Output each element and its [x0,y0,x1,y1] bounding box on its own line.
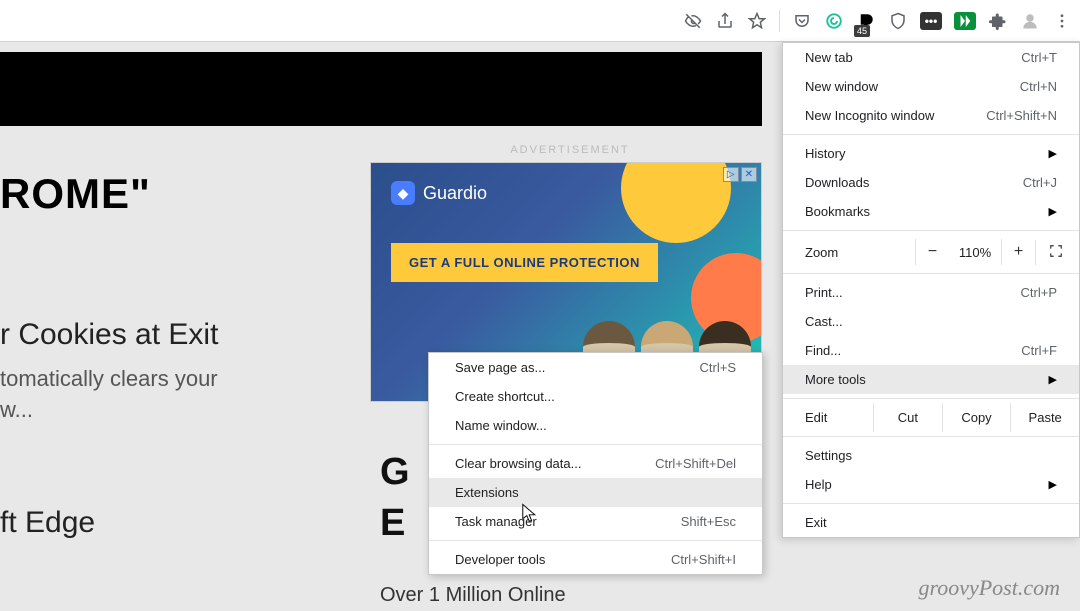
badge-count: 45 [854,25,870,37]
star-icon[interactable] [747,11,767,31]
chevron-right-icon: ▶ [1049,373,1057,386]
menu-bookmarks[interactable]: Bookmarks▶ [783,197,1079,226]
chevron-right-icon: ▶ [1049,205,1057,218]
submenu-name-window[interactable]: Name window... [429,411,762,440]
mid-heading: G E [380,447,410,550]
menu-more-tools[interactable]: More tools▶ [783,365,1079,394]
eye-off-icon[interactable] [683,11,703,31]
menu-edit-row: Edit Cut Copy Paste [783,403,1079,432]
menu-help[interactable]: Help▶ [783,470,1079,499]
submenu-developer-tools[interactable]: Developer toolsCtrl+Shift+I [429,545,762,574]
more-tools-submenu: Save page as...Ctrl+S Create shortcut...… [428,352,763,575]
zoom-label: Zoom [805,245,915,260]
chevron-right-icon: ▶ [1049,147,1057,160]
pocket-icon[interactable] [792,11,812,31]
menu-history[interactable]: History▶ [783,139,1079,168]
black-banner [0,52,762,126]
edit-label: Edit [783,403,873,432]
heading-fragment: ROME" [0,170,280,218]
submenu-create-shortcut[interactable]: Create shortcut... [429,382,762,411]
ublock-icon[interactable] [888,11,908,31]
ad-label: ADVERTISEMENT [370,144,770,156]
fullscreen-button[interactable] [1035,240,1075,265]
menu-separator [783,398,1079,399]
extension-dots-icon[interactable]: ••• [920,12,942,30]
extension-d-icon[interactable]: 45 [856,11,876,31]
ad-cta-button[interactable]: GET A FULL ONLINE PROTECTION [391,243,658,282]
paste-button[interactable]: Paste [1010,403,1079,432]
menu-separator [429,444,762,445]
edge-fragment: ft Edge [0,506,280,540]
menu-separator [783,134,1079,135]
zoom-in-button[interactable]: + [1001,239,1035,265]
share-icon[interactable] [715,11,735,31]
profile-avatar-icon[interactable] [1020,11,1040,31]
extension-play-icon[interactable] [954,12,976,30]
toolbar-separator [779,10,780,32]
submenu-save-page-as[interactable]: Save page as...Ctrl+S [429,353,762,382]
ad-choices[interactable]: ▷✕ [723,167,757,182]
menu-print[interactable]: Print...Ctrl+P [783,278,1079,307]
zoom-value: 110% [949,245,1001,260]
menu-separator [783,273,1079,274]
menu-zoom-row: Zoom − 110% + [783,235,1079,269]
menu-new-tab[interactable]: New tabCtrl+T [783,43,1079,72]
watermark: groovyPost.com [918,575,1060,601]
menu-separator [783,230,1079,231]
menu-exit[interactable]: Exit [783,508,1079,537]
cut-button[interactable]: Cut [873,403,942,432]
menu-settings[interactable]: Settings [783,441,1079,470]
submenu-extensions[interactable]: Extensions [429,478,762,507]
browser-toolbar: 45 ••• [0,0,1080,42]
menu-cast[interactable]: Cast... [783,307,1079,336]
article-title: r Cookies at Exit [0,318,280,352]
zoom-out-button[interactable]: − [915,239,949,265]
menu-downloads[interactable]: DownloadsCtrl+J [783,168,1079,197]
chrome-main-menu: New tabCtrl+T New windowCtrl+N New Incog… [782,42,1080,538]
grammarly-icon[interactable] [824,11,844,31]
menu-find[interactable]: Find...Ctrl+F [783,336,1079,365]
mid-subtext: Over 1 Million Online [380,584,566,607]
submenu-task-manager[interactable]: Task managerShift+Esc [429,507,762,536]
chevron-right-icon: ▶ [1049,478,1057,491]
left-column: ROME" r Cookies at Exit tomatically clea… [0,170,280,540]
shield-icon: ◆ [391,181,415,205]
menu-new-window[interactable]: New windowCtrl+N [783,72,1079,101]
menu-separator [429,540,762,541]
menu-separator [783,503,1079,504]
copy-button[interactable]: Copy [942,403,1011,432]
ad-decor-circle [621,162,731,243]
kebab-menu-icon[interactable] [1052,11,1072,31]
menu-separator [783,436,1079,437]
submenu-clear-browsing-data[interactable]: Clear browsing data...Ctrl+Shift+Del [429,449,762,478]
extensions-puzzle-icon[interactable] [988,11,1008,31]
article-body: tomatically clears your w... [0,364,280,426]
menu-new-incognito[interactable]: New Incognito windowCtrl+Shift+N [783,101,1079,130]
